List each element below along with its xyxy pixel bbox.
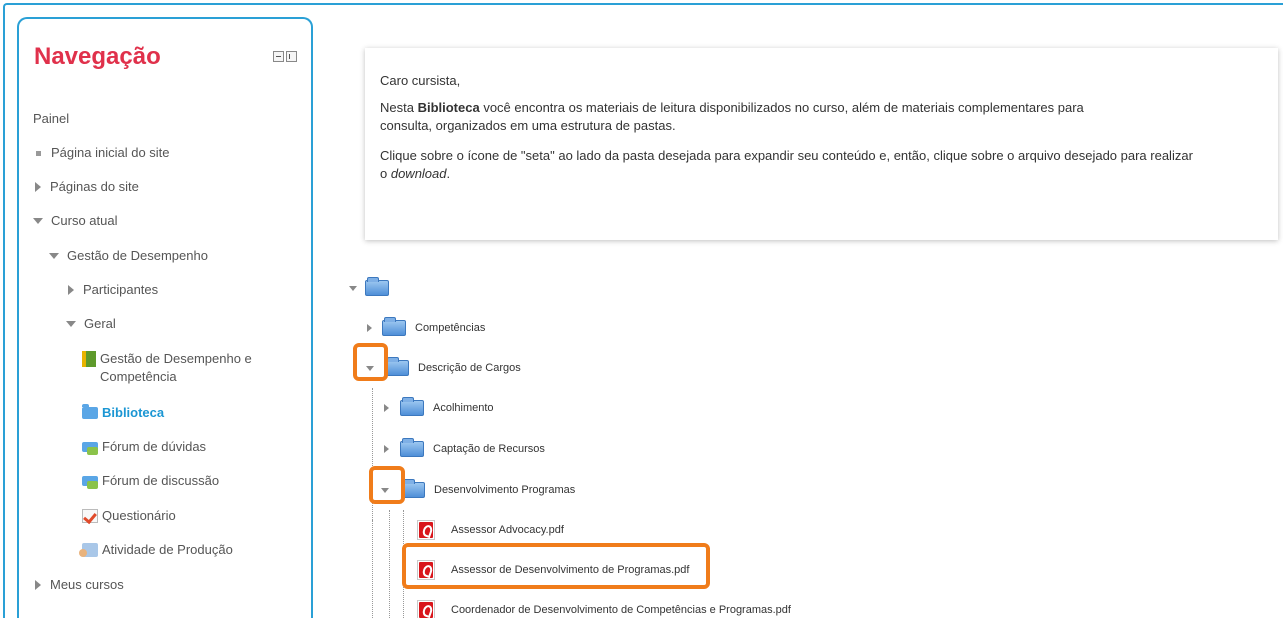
expand-arrow-icon[interactable] xyxy=(68,285,74,295)
nav-item-current-course[interactable]: Curso atual xyxy=(33,212,117,230)
nav-item-biblioteca[interactable]: Biblioteca xyxy=(82,404,164,422)
folder-icon xyxy=(82,404,98,419)
highlight-box xyxy=(353,343,388,381)
folder-label: Captação de Recursos xyxy=(433,443,545,455)
file-label: Coordenador de Desenvolvimento de Compet… xyxy=(451,604,791,616)
folder-icon xyxy=(385,357,409,376)
tree-folder-competencias[interactable]: Competências xyxy=(367,317,486,336)
nav-item-site-pages[interactable]: Páginas do site xyxy=(35,178,139,196)
nav-item-label: Gestão de Desempenho e xyxy=(100,351,252,366)
nav-item-general[interactable]: Geral xyxy=(66,315,116,333)
collapse-block-icon[interactable] xyxy=(273,51,284,62)
intro-bold-text: Biblioteca xyxy=(417,100,480,115)
folder-label: Acolhimento xyxy=(433,402,494,414)
file-label: Assessor Advocacy.pdf xyxy=(451,524,564,536)
expand-arrow-icon[interactable] xyxy=(384,445,389,453)
nav-item-label: Meus cursos xyxy=(50,577,124,592)
intro-text: você encontra os materiais de leitura di… xyxy=(479,100,1084,115)
greeting-text: Caro cursista, xyxy=(380,73,461,88)
folder-label: Desenvolvimento Programas xyxy=(434,484,576,496)
tree-guide-line xyxy=(389,510,390,618)
navigation-title: Navegação xyxy=(34,43,161,70)
expand-arrow-icon[interactable] xyxy=(35,580,41,590)
nav-item-quiz[interactable]: Questionário xyxy=(82,507,176,525)
nav-item-course[interactable]: Gestão de Desempenho xyxy=(49,247,208,265)
nav-item-label: Participantes xyxy=(83,282,159,297)
instruction-paragraph: Clique sobre o ícone de "seta" ao lado d… xyxy=(380,147,1263,183)
nav-item-painel[interactable]: Painel xyxy=(33,110,69,128)
folder-icon xyxy=(400,397,424,416)
folder-icon xyxy=(382,317,406,336)
folder-label: Competências xyxy=(415,322,486,334)
nav-item-label: Geral xyxy=(84,316,116,331)
navigation-block: Navegação Painel Página inicial do site … xyxy=(17,17,313,618)
nav-item-label: Competência xyxy=(100,369,177,384)
nav-item-assignment[interactable]: Atividade de Produção xyxy=(79,541,233,559)
nav-item-label: Páginas do site xyxy=(50,179,139,194)
nav-item-site-home[interactable]: Página inicial do site xyxy=(35,144,170,162)
pdf-icon xyxy=(417,600,435,618)
block-controls xyxy=(273,51,297,62)
nav-item-label: Fórum de dúvidas xyxy=(102,439,207,454)
collapse-arrow-icon[interactable] xyxy=(66,321,76,327)
nav-item-label: Biblioteca xyxy=(102,405,165,420)
instruction-text: Clique sobre o ícone de "seta" ao lado d… xyxy=(380,148,1193,163)
folder-icon xyxy=(400,438,424,457)
expand-arrow-icon[interactable] xyxy=(384,404,389,412)
pdf-icon xyxy=(417,520,435,540)
highlight-box xyxy=(369,466,405,504)
forum-icon xyxy=(82,476,98,489)
tree-folder-descricao-cargos[interactable]: Descrição de Cargos xyxy=(366,357,521,376)
tree-file[interactable]: Coordenador de Desenvolvimento de Compet… xyxy=(417,600,791,618)
instruction-italic-text: download xyxy=(390,166,447,181)
tree-file[interactable]: Assessor Advocacy.pdf xyxy=(417,520,564,540)
intro-paragraph: Nesta Biblioteca você encontra os materi… xyxy=(380,99,1263,135)
folder-icon xyxy=(365,277,389,296)
nav-item-book[interactable]: Gestão de Desempenho e Competência xyxy=(82,350,252,386)
highlight-box xyxy=(402,543,710,589)
tree-folder-acolhimento[interactable]: Acolhimento xyxy=(384,397,494,416)
assignment-icon xyxy=(79,543,98,557)
book-icon xyxy=(82,351,96,367)
nav-item-forum-doubts[interactable]: Fórum de dúvidas xyxy=(82,438,206,456)
nav-item-my-courses[interactable]: Meus cursos xyxy=(35,576,124,594)
nav-item-label: Fórum de discussão xyxy=(102,473,220,488)
dock-block-icon[interactable] xyxy=(286,51,297,62)
nav-item-label: Atividade de Produção xyxy=(102,542,233,557)
intro-text: consulta, organizados em uma estrutura d… xyxy=(380,118,676,133)
forum-icon xyxy=(82,442,98,455)
intro-box: Caro cursista, Nesta Biblioteca você enc… xyxy=(365,48,1278,240)
instruction-text: o xyxy=(380,166,391,181)
folder-label: Descrição de Cargos xyxy=(418,362,521,374)
instruction-text: . xyxy=(446,166,451,181)
nav-item-label: Questionário xyxy=(102,508,176,523)
tree-folder-desenvolvimento-programas[interactable]: Desenvolvimento Programas xyxy=(381,479,576,498)
collapse-arrow-icon[interactable] xyxy=(33,218,43,224)
nav-item-label: Curso atual xyxy=(51,213,118,228)
intro-text: Nesta xyxy=(380,100,418,115)
nav-item-forum-discussion[interactable]: Fórum de discussão xyxy=(82,472,219,490)
expand-arrow-icon[interactable] xyxy=(367,324,372,332)
collapse-arrow-icon[interactable] xyxy=(349,285,357,291)
nav-item-label: Página inicial do site xyxy=(51,145,170,160)
expand-arrow-icon[interactable] xyxy=(35,182,41,192)
bullet-icon xyxy=(36,150,41,156)
nav-item-label: Painel xyxy=(33,111,70,126)
tree-guide-line xyxy=(372,520,373,618)
nav-item-participants[interactable]: Participantes xyxy=(68,281,158,299)
nav-item-label: Gestão de Desempenho xyxy=(67,248,208,263)
quiz-icon xyxy=(82,509,98,523)
tree-folder-captacao-recursos[interactable]: Captação de Recursos xyxy=(384,438,545,457)
tree-root[interactable] xyxy=(349,277,389,296)
collapse-arrow-icon[interactable] xyxy=(49,253,59,259)
